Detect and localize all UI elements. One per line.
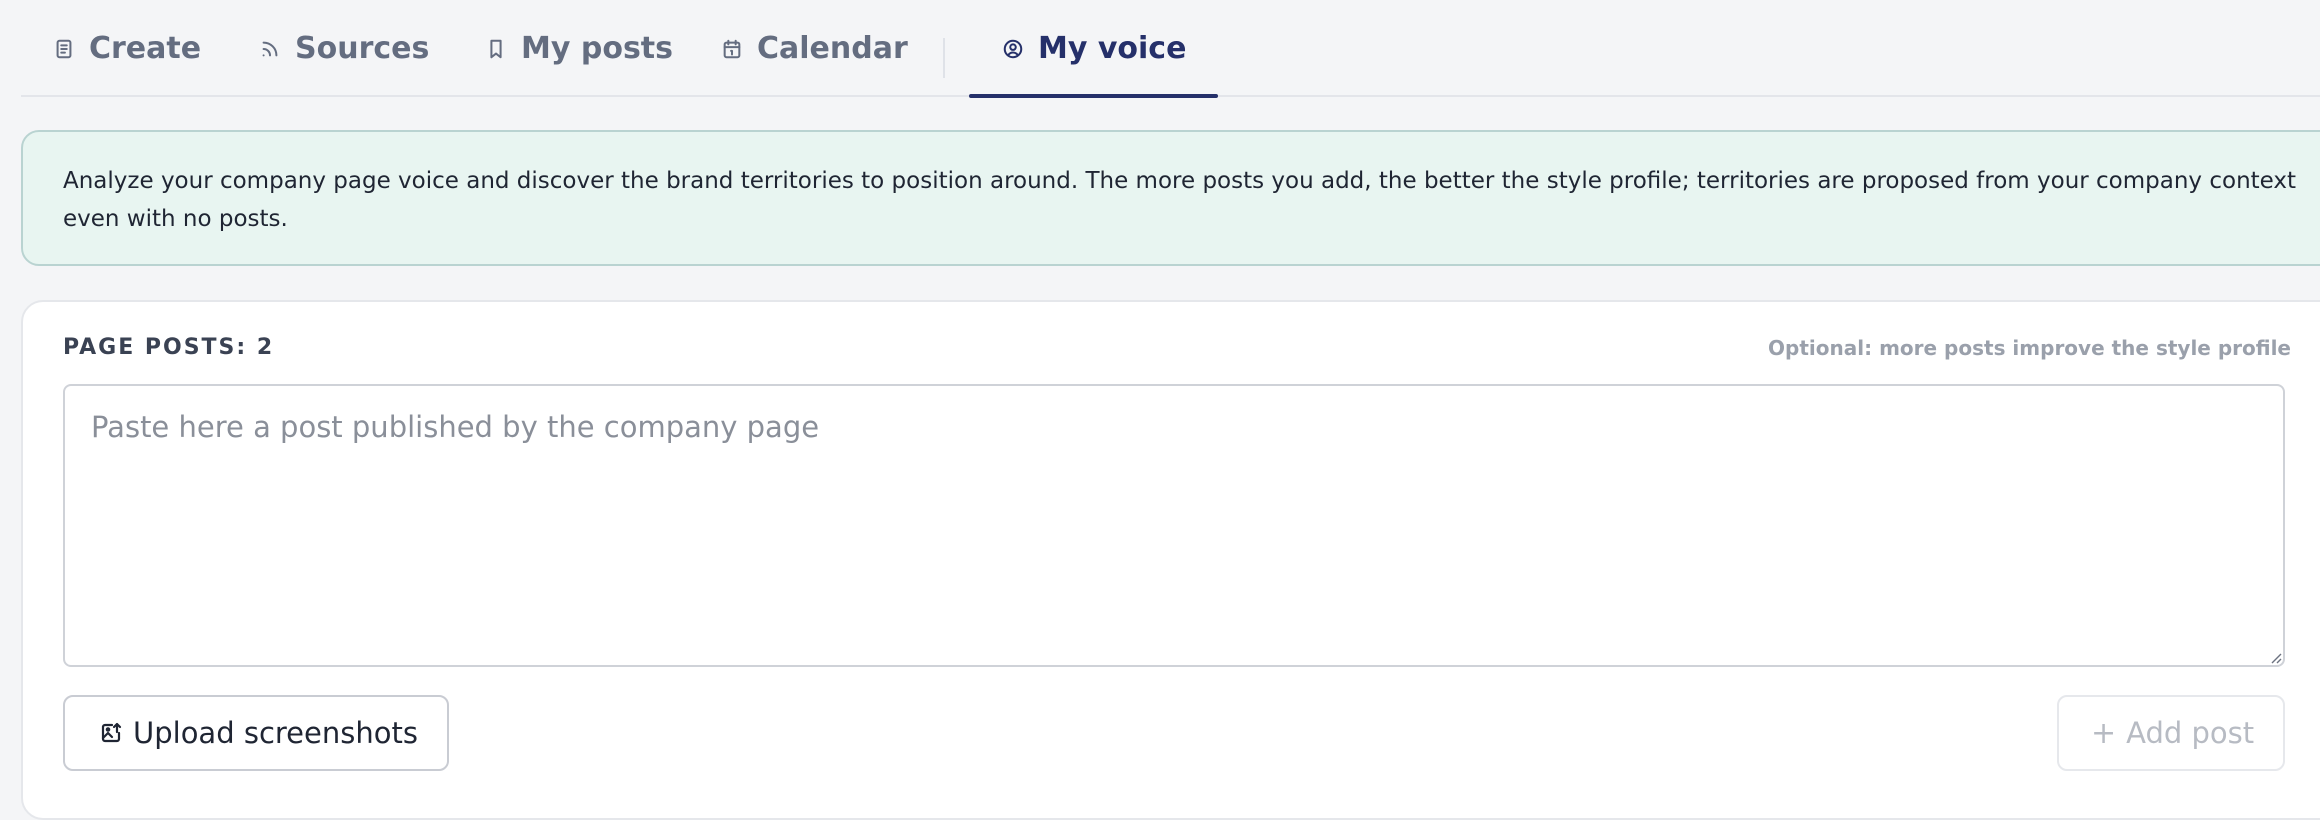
image-upload-icon <box>101 722 122 743</box>
post-input[interactable] <box>63 384 2285 667</box>
document-icon <box>56 39 72 58</box>
tab-my-posts-label: My posts <box>521 31 673 66</box>
bookmark-icon <box>490 39 502 58</box>
plus-icon: + <box>2091 715 2117 751</box>
tab-create[interactable]: Create <box>53 0 201 97</box>
add-post-button[interactable]: + Add post <box>2057 695 2285 771</box>
tab-sources-label: Sources <box>295 31 430 66</box>
tab-my-posts[interactable]: My posts <box>485 0 673 97</box>
tab-divider <box>943 38 945 78</box>
tab-bar: Create Sources My posts Calendar My voic… <box>21 0 2320 98</box>
user-circle-icon <box>1003 39 1023 58</box>
info-banner-text: Analyze your company page voice and disc… <box>63 168 2297 232</box>
upload-screenshots-button[interactable]: Upload screenshots <box>63 695 449 771</box>
tab-sources[interactable]: Sources <box>259 0 429 97</box>
info-banner: Analyze your company page voice and disc… <box>21 130 2320 266</box>
rss-icon <box>262 41 278 56</box>
page-posts-card: PAGE POSTS: 2 Optional: more posts impro… <box>21 300 2320 820</box>
page-posts-count: PAGE POSTS: 2 <box>63 335 275 360</box>
tab-my-voice[interactable]: My voice <box>968 0 1219 98</box>
tab-calendar[interactable]: Calendar <box>721 0 908 97</box>
resize-grip-icon[interactable] <box>2270 652 2282 664</box>
tab-calendar-label: Calendar <box>757 31 908 66</box>
tab-my-voice-label: My voice <box>1038 31 1187 66</box>
add-post-label: Add post <box>2126 716 2255 750</box>
style-profile-hint: Optional: more posts improve the style p… <box>1768 336 2291 360</box>
tab-create-label: Create <box>89 31 202 66</box>
upload-screenshots-label: Upload screenshots <box>133 716 418 750</box>
calendar-icon <box>723 39 741 58</box>
